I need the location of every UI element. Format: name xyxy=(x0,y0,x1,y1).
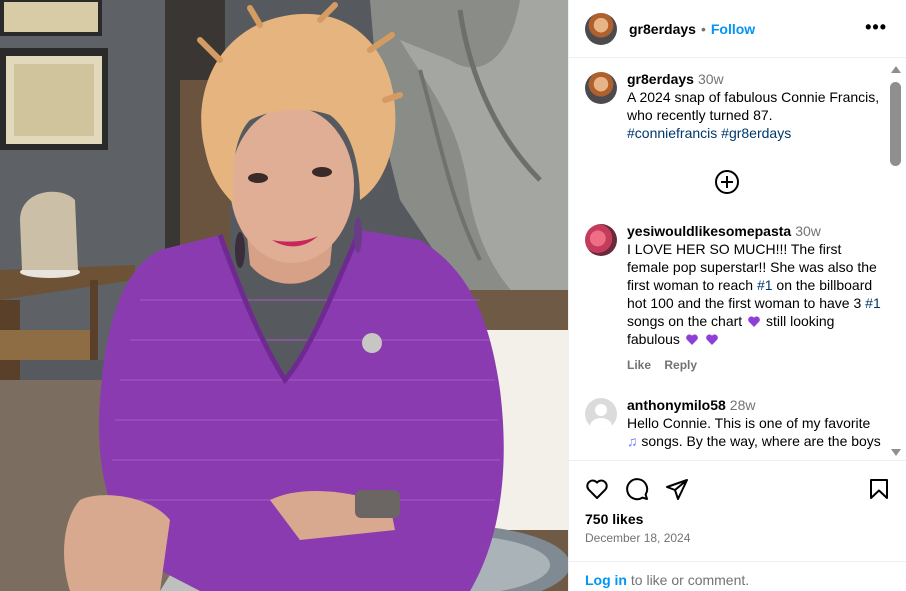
post-sidebar: gr8erdays • Follow ••• gr8erdays 30w A 20… xyxy=(568,0,906,591)
comment-time[interactable]: 30w xyxy=(795,223,821,239)
instagram-post-view: gr8erdays • Follow ••• gr8erdays 30w A 20… xyxy=(0,0,906,591)
comment-item: anthonymilo58 28w Hello Connie. This is o… xyxy=(585,396,885,450)
hashtag-link[interactable]: #1 xyxy=(757,277,773,293)
comments-scrollbar[interactable] xyxy=(889,62,903,458)
comment-body: yesiwouldlikesomepasta 30w I LOVE HER SO … xyxy=(627,222,882,374)
comment-time[interactable]: 28w xyxy=(730,397,756,413)
scrollbar-thumb[interactable] xyxy=(890,82,901,166)
post-actions: 750 likes December 18, 2024 Log in to li… xyxy=(569,460,906,591)
comment-text: I LOVE HER SO MUCH!!! The first female p… xyxy=(627,240,882,348)
login-prompt-text: to like or comment. xyxy=(627,572,750,588)
comment-item: yesiwouldlikesomepasta 30w I LOVE HER SO … xyxy=(585,222,885,374)
caption-item: gr8erdays 30w A 2024 snap of fabulous Con… xyxy=(585,70,885,142)
bookmark-icon[interactable] xyxy=(867,477,891,501)
comment-username[interactable]: yesiwouldlikesomepasta xyxy=(627,223,791,239)
plus-circle-icon[interactable] xyxy=(715,170,739,194)
comment-reply-button[interactable]: Reply xyxy=(664,358,697,372)
caption-hashtags[interactable]: #conniefrancis #gr8erdays xyxy=(627,124,882,142)
caption-body: gr8erdays 30w A 2024 snap of fabulous Con… xyxy=(627,70,882,142)
likes-count[interactable]: 750 likes xyxy=(585,511,643,527)
send-paper-plane-icon[interactable] xyxy=(665,477,689,501)
post-header: gr8erdays • Follow ••• xyxy=(569,0,906,58)
purple-heart-emoji-icon xyxy=(748,316,760,327)
more-options-icon[interactable]: ••• xyxy=(865,18,887,36)
comment-text-part: songs on the chart xyxy=(627,313,747,329)
commenter-avatar[interactable] xyxy=(585,398,617,430)
purple-heart-emoji-icon xyxy=(686,334,698,345)
author-avatar[interactable] xyxy=(585,12,617,45)
hashtag-link[interactable]: #1 xyxy=(865,295,881,311)
comment-text-part: songs. By the way, where are the boys xyxy=(637,433,881,449)
login-prompt: Log in to like or comment. xyxy=(569,561,906,591)
heart-icon[interactable] xyxy=(585,477,609,501)
caption-text: A 2024 snap of fabulous Connie Francis, … xyxy=(627,89,880,123)
follow-button[interactable]: Follow xyxy=(711,21,755,37)
author-username[interactable]: gr8erdays xyxy=(629,21,696,37)
scroll-down-icon[interactable] xyxy=(891,449,901,456)
action-icons xyxy=(585,477,891,503)
photo-illustration xyxy=(0,0,568,591)
caption-username[interactable]: gr8erdays xyxy=(627,71,694,87)
post-date[interactable]: December 18, 2024 xyxy=(585,531,690,545)
comments-list: gr8erdays 30w A 2024 snap of fabulous Con… xyxy=(569,58,891,460)
comment-username[interactable]: anthonymilo58 xyxy=(627,397,726,413)
comment-bubble-icon[interactable] xyxy=(625,477,649,501)
header-separator: • xyxy=(700,20,706,37)
post-photo[interactable] xyxy=(0,0,568,591)
comment-like-button[interactable]: Like xyxy=(627,358,651,372)
caption-avatar[interactable] xyxy=(585,72,617,104)
music-note-emoji-icon: ♫ xyxy=(627,433,638,449)
comment-text: Hello Connie. This is one of my favorite… xyxy=(627,414,882,450)
comment-text-part: Hello Connie. This is one of my favorite xyxy=(627,415,871,431)
comment-body: anthonymilo58 28w Hello Connie. This is o… xyxy=(627,396,882,450)
commenter-avatar[interactable] xyxy=(585,224,617,256)
purple-heart-emoji-icon xyxy=(705,334,718,345)
comment-actions: Like Reply xyxy=(627,356,882,374)
scroll-up-icon[interactable] xyxy=(891,66,901,73)
caption-time[interactable]: 30w xyxy=(698,71,724,87)
login-link[interactable]: Log in xyxy=(585,572,627,588)
